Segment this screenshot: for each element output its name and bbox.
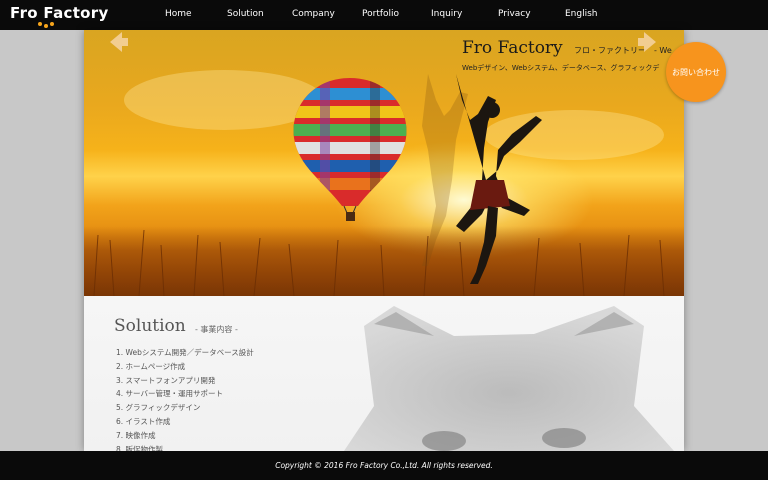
list-item: 6. イラスト作成 [116,416,171,426]
list-item: 4. サーバー管理・運用サポート [116,389,223,399]
nav-privacy[interactable]: Privacy [498,9,531,19]
site-logo[interactable]: Fro Factory [10,4,109,28]
logo-text: Fro Factory [10,4,109,22]
list-item: 7. 映像作成 [116,430,156,440]
contact-button[interactable]: お問い合わせ [666,42,726,102]
solution-title: Solution [114,316,186,336]
copyright-text: Copyright © 2016 Fro Factory Co.,Ltd. Al… [275,461,493,470]
hero-title: Fro Factory [462,38,563,58]
list-item: 2. ホームページ作成 [116,361,186,371]
nav-solution[interactable]: Solution [227,9,264,19]
hero-description: Webデザイン、Webシステム、データベース、グラフィックデ [462,64,660,72]
top-navbar: Fro Factory Home Solution Company Portfo… [0,0,768,30]
main-content: Fro Factory フロ・ファクトリー - We Webデザイン、Webシス… [84,30,684,451]
nav-company[interactable]: Company [292,9,335,19]
chevron-left-icon[interactable] [106,30,130,54]
nav-portfolio[interactable]: Portfolio [362,9,399,19]
solution-section: Solution - 事業内容 - 1. Webシステム開発／データベース設計 … [84,296,684,451]
list-item: 1. Webシステム開発／データベース設計 [116,348,254,357]
nav-inquiry[interactable]: Inquiry [431,9,462,19]
list-item: 5. グラフィックデザイン [116,403,201,413]
contact-label: お問い合わせ [672,67,720,77]
nav-home[interactable]: Home [165,9,192,19]
footer: Copyright © 2016 Fro Factory Co.,Ltd. Al… [0,451,768,480]
list-item: 3. スマートフォンアプリ開発 [116,375,216,385]
cat-background-image [344,306,674,451]
solution-list: 1. Webシステム開発／データベース設計 2. ホームページ作成 3. スマー… [116,346,254,451]
nav-english[interactable]: English [565,9,598,19]
list-item: 8. 販促物作製 [116,444,164,451]
hero-slider: Fro Factory フロ・ファクトリー - We Webデザイン、Webシス… [84,30,684,296]
chevron-right-icon[interactable] [636,30,660,54]
solution-subtitle: - 事業内容 - [195,325,238,334]
